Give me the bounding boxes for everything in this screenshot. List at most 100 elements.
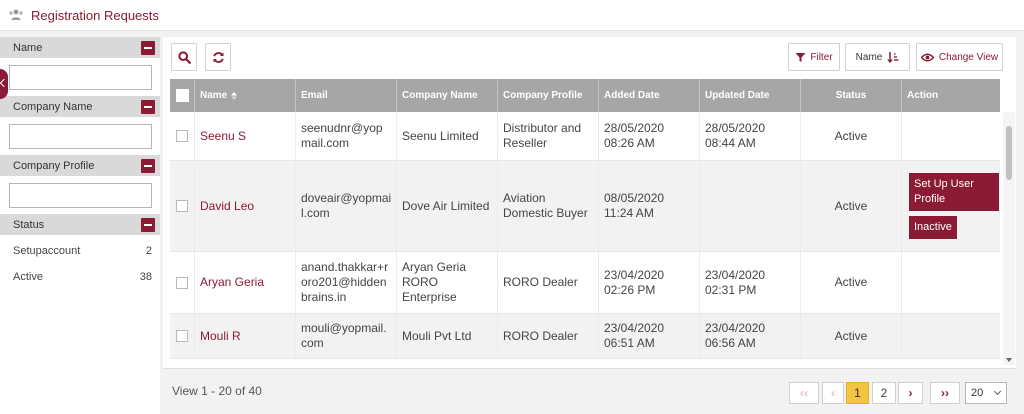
row-name-link[interactable]: Seenu S [195, 112, 296, 160]
row-updated-date [700, 161, 801, 251]
column-header-updated-date[interactable]: Updated Date [700, 79, 801, 112]
inactive-button[interactable]: Inactive [909, 215, 957, 239]
row-email: seenudnr@yopmail.com [296, 112, 397, 160]
scrollbar-thumb[interactable] [1006, 126, 1012, 180]
filter-header-status[interactable]: Status [0, 214, 160, 235]
refresh-icon [212, 51, 224, 63]
registration-table: Name Email Company Name Company Profile … [170, 79, 1000, 359]
row-actions: Set Up User Profile Inactive [902, 161, 1000, 251]
row-company: Aryan Geria RORO Enterprise [397, 252, 498, 313]
row-updated-date: 23/04/2020 06:56 AM [700, 314, 801, 358]
row-actions [902, 112, 1000, 160]
column-header-email[interactable]: Email [296, 79, 397, 112]
row-select-cell[interactable] [170, 161, 195, 251]
row-email: doveair@yopmail.com [296, 161, 397, 251]
page-size-select[interactable]: 20 [965, 382, 1007, 404]
page-1-button[interactable]: 1 [846, 382, 869, 404]
row-checkbox[interactable] [176, 330, 188, 342]
filter-header-company-profile[interactable]: Company Profile [0, 155, 160, 176]
row-company: Mouli Pvt Ltd [397, 314, 498, 358]
set-up-user-profile-button[interactable]: Set Up User Profile [909, 172, 999, 211]
row-added-date: 28/05/2020 08:26 AM [599, 112, 700, 160]
row-email-text: doveair@yopmail.com [301, 191, 392, 220]
page-header: Registration Requests [0, 0, 1024, 31]
row-select-cell[interactable] [170, 314, 195, 358]
row-added-date: 08/05/2020 11:24 AM [599, 161, 700, 251]
collapse-minus-icon[interactable] [141, 217, 155, 232]
pagination-bar: View 1 - 20 of 40 ‹‹ ‹ 1 2 › ›› 20 [163, 368, 1016, 414]
row-status: Active [801, 314, 902, 358]
row-select-cell[interactable] [170, 252, 195, 313]
row-email: mouli@yopmail.com [296, 314, 397, 358]
status-option-count: 2 [145, 245, 152, 257]
filter-label: Company Name [13, 100, 93, 113]
sort-ascending-icon [887, 52, 899, 63]
next-page-button[interactable]: › [898, 382, 923, 404]
row-company: Dove Air Limited [397, 161, 498, 251]
change-view-button[interactable]: Change View [916, 43, 1003, 71]
row-name-link[interactable]: Aryan Geria [195, 252, 296, 313]
collapse-minus-icon[interactable] [141, 158, 155, 173]
filter-label: Status [13, 218, 45, 231]
company-name-filter-input[interactable] [9, 124, 152, 149]
row-profile: Distributor and Reseller [498, 112, 599, 160]
column-header-added-date[interactable]: Added Date [599, 79, 700, 112]
sidebar-collapse-toggle[interactable] [0, 69, 8, 99]
search-button[interactable] [171, 43, 197, 71]
table-row[interactable]: Aryan Geria anand.thakkar+roro201@hidden… [170, 252, 1000, 314]
company-profile-filter-input[interactable] [9, 183, 152, 208]
select-all-checkbox[interactable] [175, 89, 189, 102]
page-2-button[interactable]: 2 [872, 382, 896, 404]
filter-button[interactable]: Filter [788, 43, 840, 71]
toolbar: Filter Name Change View [171, 43, 1008, 71]
row-email: anand.thakkar+roro201@hiddenbrains.in [296, 252, 397, 313]
column-header-name[interactable]: Name [195, 79, 296, 112]
status-option-active[interactable]: Active 38 [0, 264, 160, 290]
row-checkbox[interactable] [176, 276, 188, 289]
first-page-icon: ‹‹ [800, 386, 808, 400]
row-updated-date: 28/05/2020 08:44 AM [700, 112, 801, 160]
table-row[interactable]: Seenu S seenudnr@yopmail.com Seenu Limit… [170, 112, 1000, 161]
filter-header-company-name[interactable]: Company Name [0, 96, 160, 117]
prev-page-icon: ‹ [831, 386, 835, 400]
filter-sidebar: Name Company Name Company Profile Status… [0, 37, 160, 414]
page-size-value: 20 [971, 387, 984, 399]
row-status: Active [801, 252, 902, 313]
refresh-button[interactable] [205, 43, 231, 71]
eye-icon [920, 53, 934, 61]
users-icon [9, 9, 23, 20]
prev-page-button[interactable]: ‹ [822, 382, 844, 404]
main-panel: Filter Name Change View Name Email Compa… [163, 37, 1016, 414]
first-page-button[interactable]: ‹‹ [789, 382, 819, 404]
table-scrollbar[interactable] [1003, 112, 1015, 365]
row-checkbox[interactable] [176, 200, 188, 212]
row-select-cell[interactable] [170, 112, 195, 160]
column-header-company-profile[interactable]: Company Profile [498, 79, 599, 112]
status-option-count: 38 [139, 271, 152, 283]
collapse-minus-icon[interactable] [141, 99, 155, 114]
row-email-text: mouli@yopmail.com [301, 321, 387, 350]
row-checkbox[interactable] [176, 130, 188, 142]
table-row[interactable]: Mouli R mouli@yopmail.com Mouli Pvt Ltd … [170, 314, 1000, 359]
status-option-setupaccount[interactable]: Setupaccount 2 [0, 238, 160, 264]
last-page-button[interactable]: ›› [930, 382, 960, 404]
row-company: Seenu Limited [397, 112, 498, 160]
row-name-link[interactable]: David Leo [195, 161, 296, 251]
scroll-down-arrow-icon[interactable] [1006, 358, 1012, 362]
collapse-minus-icon[interactable] [141, 40, 155, 55]
name-filter-input[interactable] [9, 65, 152, 90]
column-header-status[interactable]: Status [801, 79, 902, 112]
sort-button[interactable]: Name [845, 43, 910, 71]
row-name-link[interactable]: Mouli R [195, 314, 296, 358]
column-header-action: Action [907, 90, 939, 101]
table-row[interactable]: David Leo doveair@yopmail.com Dove Air L… [170, 161, 1000, 252]
select-all-cell[interactable] [170, 79, 195, 112]
filter-header-name[interactable]: Name [0, 37, 160, 58]
last-page-icon: ›› [941, 386, 949, 400]
row-actions [902, 252, 1000, 313]
sort-caret-icon [231, 91, 238, 100]
column-header-company-name[interactable]: Company Name [397, 79, 498, 112]
row-profile: RORO Dealer [498, 314, 599, 358]
filter-button-label: Filter [810, 51, 833, 63]
search-icon [177, 50, 191, 64]
